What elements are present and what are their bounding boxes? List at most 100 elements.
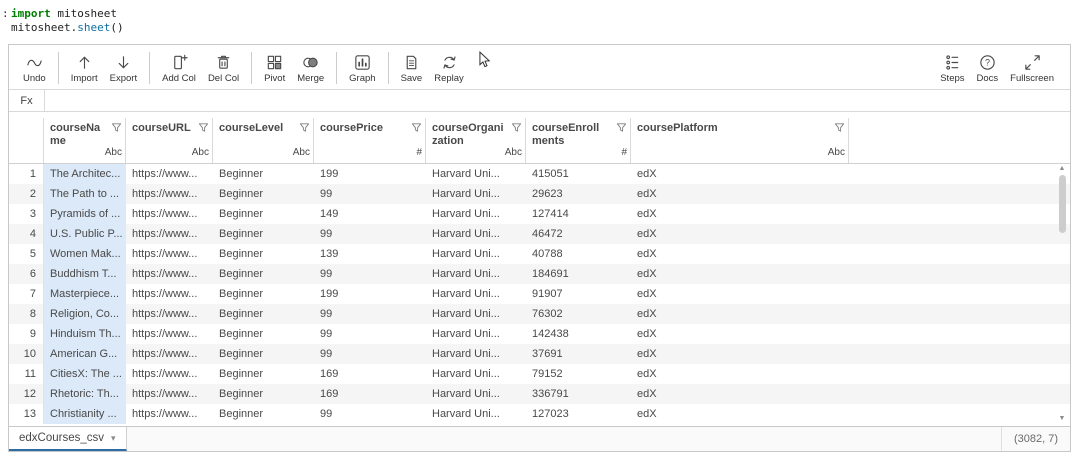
cell-courseName[interactable]: Buddhism T... <box>44 264 126 284</box>
cell-courseOrganization[interactable]: Harvard Uni... <box>426 304 526 324</box>
toolbar-button-export[interactable]: Export <box>104 47 143 89</box>
cell-courseEnrollments[interactable]: 40788 <box>526 244 631 264</box>
column-dtype[interactable]: # <box>621 147 627 158</box>
row-index[interactable]: 8 <box>9 304 44 324</box>
cell-courseName[interactable]: CitiesX: The ... <box>44 364 126 384</box>
cell-coursePlatform[interactable]: edX <box>631 184 849 204</box>
cell-courseURL[interactable]: https://www... <box>126 164 213 184</box>
scrollbar-thumb[interactable] <box>1059 175 1066 233</box>
cell-courseURL[interactable]: https://www... <box>126 324 213 344</box>
cell-courseLevel[interactable]: Beginner <box>213 224 314 244</box>
cell-courseName[interactable]: U.S. Public P... <box>44 224 126 244</box>
toolbar-button-fullscreen[interactable]: Fullscreen <box>1004 47 1060 89</box>
row-index[interactable]: 3 <box>9 204 44 224</box>
cell-courseEnrollments[interactable]: 79152 <box>526 364 631 384</box>
row-index[interactable]: 9 <box>9 324 44 344</box>
cell-courseLevel[interactable]: Beginner <box>213 404 314 424</box>
cell-coursePlatform[interactable]: edX <box>631 284 849 304</box>
toolbar-button-replay[interactable]: Replay <box>428 47 470 89</box>
cell-courseOrganization[interactable]: Harvard Uni... <box>426 324 526 344</box>
filter-icon[interactable] <box>616 122 627 136</box>
toolbar-button-undo[interactable]: Undo <box>17 47 52 89</box>
cell-coursePlatform[interactable]: edX <box>631 304 849 324</box>
cell-coursePlatform[interactable]: edX <box>631 384 849 404</box>
scroll-down-icon[interactable]: ▼ <box>1059 414 1066 423</box>
cell-courseURL[interactable]: https://www... <box>126 264 213 284</box>
column-header-courseURL[interactable]: courseURLAbc <box>126 118 213 163</box>
cell-courseName[interactable]: The Architec... <box>44 164 126 184</box>
cell-coursePrice[interactable]: 99 <box>314 304 426 324</box>
scroll-up-icon[interactable]: ▲ <box>1059 164 1066 173</box>
cell-courseURL[interactable]: https://www... <box>126 204 213 224</box>
column-header-courseEnrollments[interactable]: courseEnrollments# <box>526 118 631 163</box>
scrollbar-track[interactable] <box>1058 173 1067 414</box>
toolbar-button-graph[interactable]: Graph <box>343 47 381 89</box>
row-index[interactable]: 7 <box>9 284 44 304</box>
cell-coursePrice[interactable]: 99 <box>314 264 426 284</box>
cell-courseOrganization[interactable]: Harvard Uni... <box>426 264 526 284</box>
toolbar-button-docs[interactable]: ?Docs <box>971 47 1005 89</box>
cell-courseLevel[interactable]: Beginner <box>213 264 314 284</box>
cell-courseOrganization[interactable]: Harvard Uni... <box>426 284 526 304</box>
column-header-coursePrice[interactable]: coursePrice# <box>314 118 426 163</box>
cell-courseOrganization[interactable]: Harvard Uni... <box>426 244 526 264</box>
cell-courseURL[interactable]: https://www... <box>126 224 213 244</box>
filter-icon[interactable] <box>198 122 209 136</box>
cell-courseURL[interactable]: https://www... <box>126 404 213 424</box>
sheet-tab[interactable]: edxCourses_csv ▾ <box>9 427 127 451</box>
row-index[interactable]: 2 <box>9 184 44 204</box>
column-dtype[interactable]: Abc <box>192 147 209 158</box>
toolbar-button-pivot[interactable]: Pivot <box>258 47 291 89</box>
column-header-courseName[interactable]: courseNameAbc <box>44 118 126 163</box>
toolbar-button-save[interactable]: Save <box>395 47 429 89</box>
cell-courseLevel[interactable]: Beginner <box>213 204 314 224</box>
cell-courseLevel[interactable]: Beginner <box>213 284 314 304</box>
cell-courseEnrollments[interactable]: 127023 <box>526 404 631 424</box>
cell-courseName[interactable]: Hinduism Th... <box>44 324 126 344</box>
cell-coursePlatform[interactable]: edX <box>631 404 849 424</box>
filter-icon[interactable] <box>834 122 845 136</box>
cell-courseName[interactable]: The Path to ... <box>44 184 126 204</box>
cell-coursePrice[interactable]: 99 <box>314 224 426 244</box>
row-index[interactable]: 11 <box>9 364 44 384</box>
cell-coursePrice[interactable]: 199 <box>314 284 426 304</box>
cell-courseOrganization[interactable]: Harvard Uni... <box>426 344 526 364</box>
column-dtype[interactable]: # <box>416 147 422 158</box>
cell-courseEnrollments[interactable]: 29623 <box>526 184 631 204</box>
cell-coursePlatform[interactable]: edX <box>631 224 849 244</box>
toolbar-button-add-col[interactable]: Add Col <box>156 47 202 89</box>
cell-coursePlatform[interactable]: edX <box>631 344 849 364</box>
cell-courseURL[interactable]: https://www... <box>126 344 213 364</box>
cell-coursePlatform[interactable]: edX <box>631 164 849 184</box>
code-cell[interactable]: : import mitosheet mitosheet.sheet() <box>0 0 1080 39</box>
cell-courseOrganization[interactable]: Harvard Uni... <box>426 164 526 184</box>
column-dtype[interactable]: Abc <box>105 147 122 158</box>
cell-courseEnrollments[interactable]: 76302 <box>526 304 631 324</box>
row-index[interactable]: 5 <box>9 244 44 264</box>
filter-icon[interactable] <box>111 122 122 136</box>
cell-courseURL[interactable]: https://www... <box>126 364 213 384</box>
caret-down-icon[interactable]: ▾ <box>111 433 116 444</box>
cell-coursePlatform[interactable]: edX <box>631 244 849 264</box>
cell-courseEnrollments[interactable]: 91907 <box>526 284 631 304</box>
column-dtype[interactable]: Abc <box>505 147 522 158</box>
cell-courseName[interactable]: Rhetoric: Th... <box>44 384 126 404</box>
row-index[interactable]: 6 <box>9 264 44 284</box>
code-editor[interactable]: import mitosheet mitosheet.sheet() <box>11 7 124 35</box>
cell-courseLevel[interactable]: Beginner <box>213 364 314 384</box>
cell-coursePlatform[interactable]: edX <box>631 264 849 284</box>
cell-courseOrganization[interactable]: Harvard Uni... <box>426 204 526 224</box>
cell-courseLevel[interactable]: Beginner <box>213 304 314 324</box>
cell-courseEnrollments[interactable]: 336791 <box>526 384 631 404</box>
vertical-scrollbar[interactable]: ▲ ▼ <box>1056 164 1068 423</box>
cell-courseLevel[interactable]: Beginner <box>213 184 314 204</box>
cell-courseName[interactable]: Christianity ... <box>44 404 126 424</box>
cell-courseEnrollments[interactable]: 127414 <box>526 204 631 224</box>
cell-courseName[interactable]: American G... <box>44 344 126 364</box>
row-index[interactable]: 13 <box>9 404 44 424</box>
cell-courseURL[interactable]: https://www... <box>126 304 213 324</box>
cell-coursePrice[interactable]: 199 <box>314 164 426 184</box>
column-header-coursePlatform[interactable]: coursePlatformAbc <box>631 118 849 163</box>
cell-coursePrice[interactable]: 99 <box>314 404 426 424</box>
cell-coursePrice[interactable]: 169 <box>314 384 426 404</box>
